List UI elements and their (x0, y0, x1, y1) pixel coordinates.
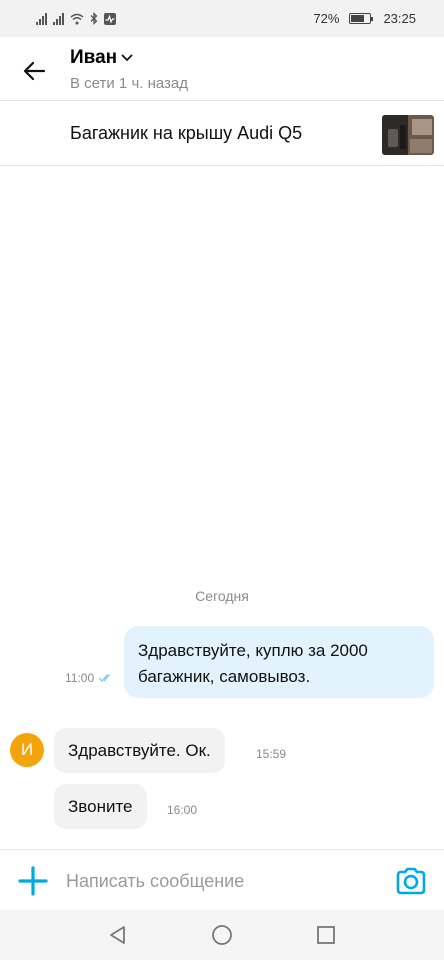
triangle-back-icon (110, 926, 125, 944)
chevron-down-icon (121, 54, 133, 62)
status-icons-right: 72% 23:25 (313, 11, 416, 26)
camera-icon (396, 867, 426, 895)
date-separator: Сегодня (195, 588, 249, 604)
chat-header: Иван В сети 1 ч. назад (0, 37, 444, 101)
chat-screen: 72% 23:25 Иван В сети 1 ч. назад Багажни… (0, 0, 444, 960)
bluetooth-icon (90, 12, 98, 25)
contact-status: В сети 1 ч. назад (70, 75, 189, 92)
message-text: Здравствуйте. Ок. (68, 740, 211, 760)
wifi-icon (70, 13, 84, 24)
clock: 23:25 (383, 11, 416, 26)
message-text-line1: Здравствуйте, куплю за 2000 (138, 641, 368, 660)
signal-icon (36, 12, 47, 25)
message-time: 15:59 (256, 747, 287, 761)
contact-name-toggle[interactable]: Иван (70, 47, 133, 69)
message-time: 11:00 (65, 671, 95, 685)
message-text: Звоните (68, 796, 133, 816)
nav-recents-button[interactable] (313, 922, 339, 948)
circle-home-icon (212, 925, 232, 945)
ad-thumbnail[interactable] (382, 115, 434, 155)
message-bubble-outgoing[interactable]: Здравствуйте, куплю за 2000 багажник, са… (124, 626, 434, 698)
ad-title: Багажник на крышу Audi Q5 (70, 123, 303, 143)
battery-percent: 72% (313, 11, 340, 26)
message-time: 16:00 (167, 803, 198, 817)
back-button[interactable] (18, 55, 50, 87)
message-composer (0, 849, 444, 910)
status-icons-left (36, 12, 116, 25)
message-text-line2: багажник, самовывоз. (138, 667, 311, 686)
battery-fill (351, 15, 365, 22)
ad-bar[interactable]: Багажник на крышу Audi Q5 (0, 102, 444, 166)
system-navigation-bar (0, 910, 444, 960)
activity-icon (104, 12, 116, 25)
square-recents-icon (317, 926, 335, 944)
attach-button[interactable] (16, 864, 50, 898)
message-input[interactable] (66, 864, 366, 898)
avatar[interactable]: И (10, 733, 44, 767)
camera-button[interactable] (394, 864, 428, 898)
ad-photo-image (382, 115, 434, 155)
arrow-left-icon (23, 61, 46, 81)
battery-icon (349, 13, 374, 24)
message-time-outgoing: 11:00 (65, 671, 114, 685)
signal-icon-2 (53, 12, 64, 25)
message-bubble-incoming[interactable]: Здравствуйте. Ок. (54, 728, 225, 773)
contact-name: Иван (70, 47, 118, 68)
status-bar: 72% 23:25 (0, 0, 444, 37)
plus-icon (18, 866, 48, 896)
message-bubble-incoming[interactable]: Звоните (54, 784, 147, 829)
double-check-icon (98, 674, 111, 682)
nav-back-button[interactable] (105, 922, 131, 948)
nav-home-button[interactable] (209, 922, 235, 948)
